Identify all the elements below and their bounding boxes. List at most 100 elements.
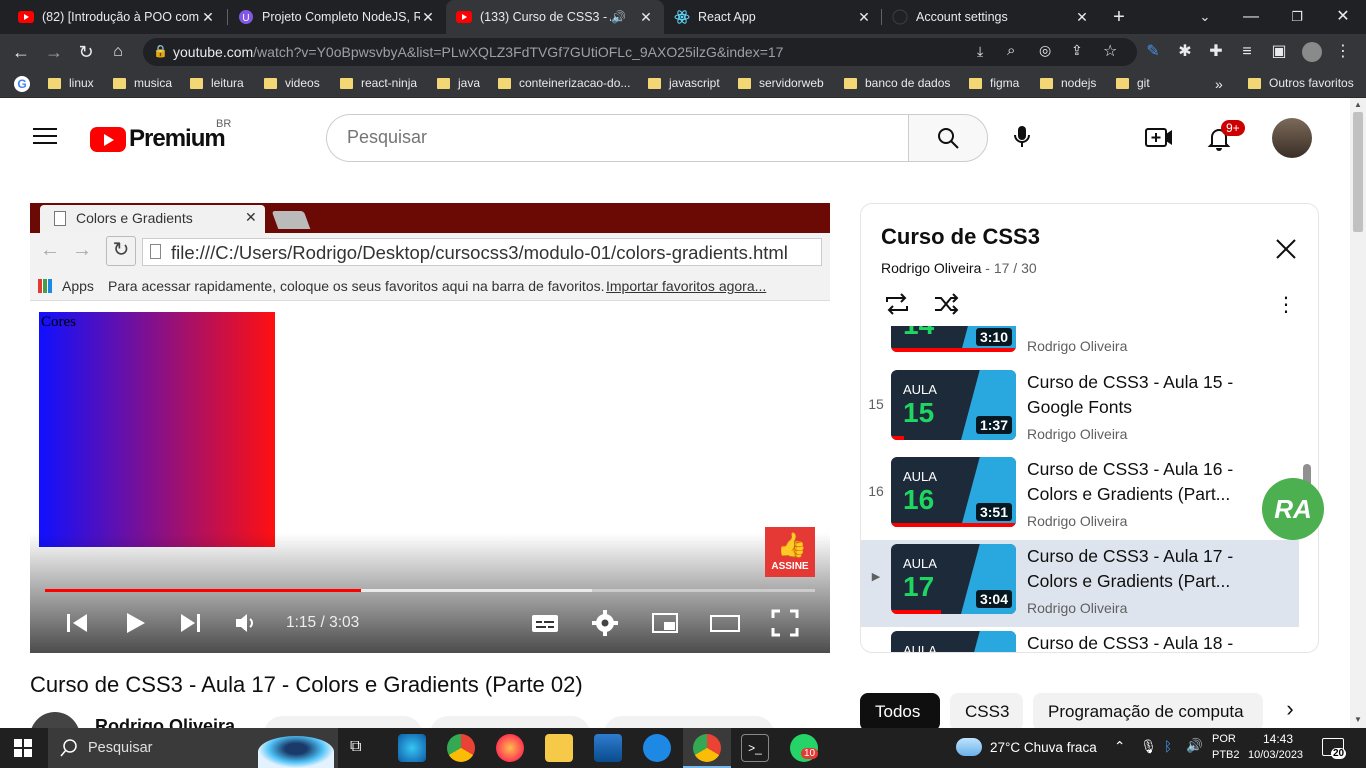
browser-tab-5[interactable]: Account settings ✕ — [882, 0, 1100, 34]
playlist-item-current[interactable]: ▶ AULA 17 3:04 Curso de CSS3 - Aula 17 -… — [861, 540, 1299, 627]
bookmark-linux[interactable]: linux — [48, 76, 94, 90]
share-icon[interactable]: ⇪ — [1071, 42, 1083, 59]
bookmark-nodejs[interactable]: nodejs — [1040, 76, 1096, 90]
scroll-up-arrow-icon[interactable]: ▲ — [1354, 100, 1362, 109]
volume-tray-icon[interactable]: 🔊 — [1186, 738, 1203, 754]
playlist-item-title[interactable]: Curso de CSS3 - Aula 16 - Colors e Gradi… — [1027, 457, 1277, 507]
video-thumbnail[interactable]: AULA — [891, 631, 1016, 652]
edge-icon[interactable] — [398, 734, 426, 762]
subtitles-icon[interactable] — [530, 608, 560, 638]
bookmark-banco-de-dados[interactable]: banco de dados — [844, 76, 950, 90]
side-panel-icon[interactable]: ▣ — [1268, 41, 1290, 63]
extensions-puzzle-icon[interactable]: ✚ — [1205, 41, 1227, 63]
search-input[interactable] — [347, 127, 847, 148]
bookmark-react-ninja[interactable]: react-ninja — [340, 76, 417, 90]
playlist-title[interactable]: Curso de CSS3 — [881, 224, 1040, 250]
page-scrollbar[interactable]: ▲ ▼ — [1350, 98, 1366, 728]
reload-icon[interactable]: ↻ — [75, 41, 97, 63]
home-icon[interactable]: ⌂ — [107, 41, 129, 63]
playlist-author[interactable]: Rodrigo Oliveira — [881, 260, 981, 276]
terminal-icon[interactable]: >_ — [741, 734, 769, 762]
youtube-premium-logo[interactable]: Premium — [90, 125, 226, 153]
extension-bug-icon[interactable]: ✱ — [1174, 41, 1196, 63]
browser-tab-2[interactable]: U Projeto Completo NodeJS, Re ✕ — [228, 0, 446, 34]
weather-text[interactable]: 27°C Chuva fraca — [990, 740, 1097, 755]
google-icon[interactable]: G — [14, 76, 30, 92]
chips-next-chevron-icon[interactable]: › — [1270, 696, 1310, 730]
playlist-item-title[interactable]: Curso de CSS3 - Aula 17 - Colors e Gradi… — [1027, 544, 1277, 594]
zoom-icon[interactable]: ⌕ — [1007, 42, 1015, 59]
playlist-item[interactable]: AULA Curso de CSS3 - Aula 18 - — [861, 627, 1299, 652]
bookmark-figma[interactable]: figma — [969, 76, 1019, 90]
language-top[interactable]: POR — [1212, 733, 1236, 745]
fullscreen-icon[interactable] — [770, 608, 800, 638]
clock-time[interactable]: 14:43 — [1263, 732, 1293, 746]
browser-tab-3[interactable]: (133) Curso de CSS3 - Au 🔊 ✕ — [446, 0, 664, 34]
settings-gear-icon[interactable] — [590, 608, 620, 638]
language-bottom[interactable]: PTB2 — [1212, 749, 1240, 761]
chip-programacao[interactable]: Programação de computa — [1033, 693, 1263, 731]
video-player[interactable]: Colors e Gradients ✕ ← → ↻ file:///C:/Us… — [30, 203, 830, 653]
account-avatar[interactable] — [1272, 118, 1312, 158]
video-thumbnail[interactable]: 14 3:10 — [891, 326, 1016, 352]
bookmark-musica[interactable]: musica — [113, 76, 172, 90]
lock-icon[interactable]: 🔒 — [153, 44, 168, 58]
close-playlist-icon[interactable] — [1273, 236, 1299, 262]
bookmark-leitura[interactable]: leitura — [190, 76, 244, 90]
vpn-shield-icon[interactable] — [643, 734, 671, 762]
playlist-item[interactable]: 16 AULA 16 3:51 Curso de CSS3 - Aula 16 … — [861, 453, 1299, 540]
file-explorer-icon[interactable] — [545, 734, 573, 762]
new-tab-button[interactable]: + — [1108, 6, 1130, 28]
tab-search-chevron-icon[interactable]: ⌄ — [1194, 6, 1216, 28]
bookmark-conteinerizacao[interactable]: conteinerizacao-do... — [498, 76, 630, 90]
back-icon[interactable]: ← — [10, 41, 32, 63]
close-tab-icon[interactable]: ✕ — [200, 9, 216, 26]
hamburger-menu-icon[interactable] — [33, 126, 57, 146]
close-tab-icon[interactable]: ✕ — [1074, 9, 1090, 26]
microphone-icon[interactable] — [1010, 124, 1034, 150]
task-view-icon[interactable]: ⧉ — [350, 738, 361, 756]
firefox-icon[interactable] — [496, 734, 524, 762]
playlist-more-icon[interactable]: ⋮ — [1276, 292, 1296, 317]
scrollbar-thumb[interactable] — [1353, 112, 1363, 232]
bookmark-videos[interactable]: videos — [264, 76, 320, 90]
windows-start-icon[interactable] — [14, 739, 32, 757]
ra-floating-badge[interactable]: RA — [1262, 478, 1324, 540]
miniplayer-icon[interactable] — [650, 608, 680, 638]
url-text[interactable]: youtube.com/watch?v=Y0oBpwsvbyA&list=PLw… — [173, 44, 783, 60]
restore-button[interactable]: ❐ — [1286, 6, 1308, 28]
eye-off-icon[interactable]: ◎ — [1039, 42, 1051, 59]
bookmark-git[interactable]: git — [1116, 76, 1150, 90]
previous-button[interactable] — [63, 608, 93, 638]
shuffle-icon[interactable] — [933, 292, 961, 316]
close-tab-icon[interactable]: ✕ — [638, 9, 654, 26]
microphone-tray-icon[interactable]: 🎙 — [1140, 739, 1157, 755]
bookmark-servidorweb[interactable]: servidorweb — [738, 76, 824, 90]
address-bar[interactable]: 🔒 youtube.com/watch?v=Y0oBpwsvbyA&list=P… — [143, 38, 1137, 66]
theater-mode-icon[interactable] — [710, 608, 740, 638]
weather-cloud-icon[interactable] — [956, 738, 982, 756]
play-button[interactable] — [120, 608, 150, 638]
playlist-item-title[interactable]: Curso de CSS3 - Aula 18 - — [1027, 631, 1277, 652]
taskbar-search[interactable]: Pesquisar — [48, 728, 338, 768]
bookmark-star-icon[interactable]: ☆ — [1103, 41, 1117, 61]
minimize-button[interactable]: — — [1240, 6, 1262, 28]
bookmark-outros-favoritos[interactable]: Outros favoritos — [1248, 76, 1354, 90]
browser-tab-1[interactable]: (82) [Introdução à POO com ✕ — [8, 0, 226, 34]
chrome-icon[interactable] — [447, 734, 475, 762]
next-button[interactable] — [175, 608, 205, 638]
chip-todos[interactable]: Todos — [860, 693, 940, 731]
bluetooth-icon[interactable]: ᛒ — [1164, 739, 1172, 754]
chip-css3[interactable]: CSS3 — [950, 693, 1023, 731]
media-control-icon[interactable]: ≡ — [1236, 41, 1258, 63]
subscribe-watermark[interactable]: 👍 ASSINE — [765, 527, 815, 577]
video-thumbnail[interactable]: AULA 17 3:04 — [891, 544, 1016, 614]
scroll-down-arrow-icon[interactable]: ▼ — [1354, 715, 1362, 724]
install-icon[interactable]: ⤓ — [977, 43, 983, 60]
bookmark-javascript[interactable]: javascript — [648, 76, 720, 90]
loop-icon[interactable] — [883, 292, 911, 316]
progress-bar[interactable] — [45, 589, 815, 592]
profile-avatar[interactable] — [1302, 42, 1322, 62]
close-window-button[interactable]: ✕ — [1332, 6, 1354, 28]
search-button[interactable] — [908, 114, 988, 162]
